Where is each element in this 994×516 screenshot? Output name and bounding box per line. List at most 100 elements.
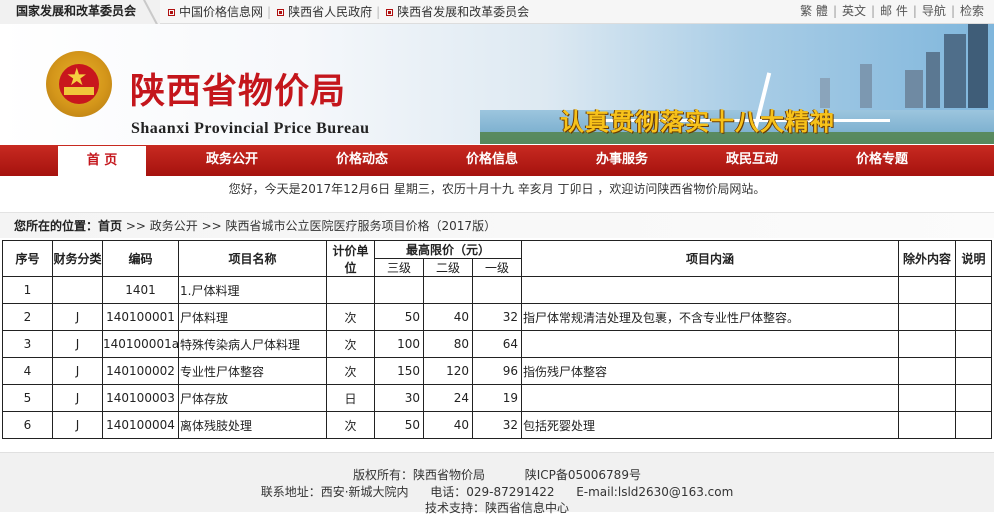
table-row: 1 1401 1.尸体料理 <box>2 276 993 304</box>
table-row: 6 J 140100004 离体残肢处理次 50 40 32 包括死婴处理 <box>2 411 993 439</box>
cell-category: J <box>52 303 103 331</box>
nav-home[interactable]: 首 页 <box>58 146 146 176</box>
nav-interaction[interactable]: 政民互动 <box>706 145 798 176</box>
cell-unit: 次 <box>326 330 375 358</box>
header-banner: ★ 陕西省物价局 Shaanxi Provincial Price Bureau… <box>0 24 994 144</box>
top-link-ndrc-shaanxi[interactable]: 陕西省发展和改革委员会 <box>386 0 529 24</box>
cell-note <box>955 357 993 385</box>
cell-category <box>52 276 103 304</box>
cell-name: 特殊传染病人尸体料理 <box>178 330 327 358</box>
header-exclusions: 除外内容 <box>898 240 957 277</box>
nav-services[interactable]: 办事服务 <box>576 145 668 176</box>
cell-l3: 50 <box>374 303 424 331</box>
cell-content <box>521 276 900 304</box>
cell-l1 <box>471 276 523 304</box>
cell-name: 专业性尸体整容 <box>178 357 327 385</box>
cell-l1: 32 <box>471 303 523 331</box>
bullet-icon <box>168 8 175 16</box>
cell-l3: 30 <box>374 384 424 412</box>
building-image <box>968 24 988 108</box>
cell-name: 1.尸体料理 <box>178 276 327 304</box>
bullet-icon <box>386 8 394 16</box>
navigation-link[interactable]: 导航 <box>922 0 946 24</box>
table-row: 4 J 140100002 专业性尸体整容次 150 120 96 指伤残尸体整容 <box>2 357 993 385</box>
building-image <box>926 52 940 108</box>
cell-category: J <box>52 384 103 412</box>
footer: 版权所有：陕西省物价局 陕ICP备05006789号 联系地址：西安·新城大院内… <box>0 452 994 515</box>
header-level2: 二级 <box>423 258 473 277</box>
cell-name: 尸体存放 <box>178 384 327 412</box>
footer-support: 技术支持：陕西省信息中心 <box>424 501 569 515</box>
breadcrumb-home-link[interactable]: 首页 <box>98 219 122 233</box>
cell-category: J <box>52 357 103 385</box>
header-note: 说明 <box>955 240 993 277</box>
cell-category: J <box>52 411 103 439</box>
site-title: 陕西省物价局 <box>130 71 347 112</box>
header-content: 项目内涵 <box>521 240 900 277</box>
date-greeting: 您好，今天是2017年12月6日 星期三，农历十月十九 辛亥月 丁卯日 ，欢迎访… <box>228 182 766 196</box>
footer-icp[interactable]: 陕ICP备05006789号 <box>525 468 641 482</box>
cell-name: 离体残肢处理 <box>178 411 327 439</box>
top-right-links: 繁 體 | 英文 | 邮 件 | 导航 | 检索 <box>800 0 984 24</box>
cell-seq: 3 <box>2 330 53 358</box>
cell-seq: 2 <box>2 303 53 331</box>
cell-code: 1401 <box>102 276 179 304</box>
cell-content <box>521 330 900 358</box>
main-nav: 首 页 政务公开 价格动态 价格信息 办事服务 政民互动 价格专题 <box>0 145 994 176</box>
cell-note <box>955 384 993 412</box>
cell-code: 140100004 <box>102 411 179 439</box>
table-header-row: 序号 财务分类 编码 项目名称 计价单位 最高限价（元） 项目内涵 除外内容 说… <box>2 240 993 277</box>
cell-name: 尸体料理 <box>178 303 327 331</box>
breadcrumb: 您所在的位置：首页 >> 政务公开 >> 陕西省城市公立医院医疗服务项目价格（2… <box>0 212 994 238</box>
mail-link[interactable]: 邮 件 <box>880 0 908 24</box>
cell-unit <box>326 276 375 304</box>
cell-l3: 100 <box>374 330 424 358</box>
cell-unit: 日 <box>326 384 375 412</box>
traditional-chinese-link[interactable]: 繁 體 <box>800 0 828 24</box>
nav-government-affairs[interactable]: 政务公开 <box>186 145 278 176</box>
national-emblem-logo: ★ <box>46 51 112 117</box>
link-label: 陕西省发展和改革委员会 <box>397 4 530 19</box>
top-link-provincial-gov[interactable]: 陕西省人民政府 | <box>277 0 386 24</box>
footer-copyright: 版权所有：陕西省物价局 <box>353 468 486 482</box>
cell-seq: 5 <box>2 384 53 412</box>
price-table: 序号 财务分类 编码 项目名称 计价单位 最高限价（元） 项目内涵 除外内容 说… <box>2 240 993 439</box>
footer-phone: 电话：029-87291422 <box>430 485 555 499</box>
footer-contact-line: 联系地址：西安·新城大院内 电话：029-87291422 E-mail:lsl… <box>0 483 994 500</box>
cell-exclusions <box>898 411 957 439</box>
cell-note <box>955 330 993 358</box>
nav-price-info[interactable]: 价格信息 <box>446 145 538 176</box>
cell-l2: 40 <box>423 303 473 331</box>
search-link[interactable]: 检索 <box>960 0 984 24</box>
header-seq: 序号 <box>2 240 53 277</box>
nav-price-news[interactable]: 价格动态 <box>316 145 408 176</box>
cell-l1: 64 <box>471 330 523 358</box>
cell-l2: 80 <box>423 330 473 358</box>
cell-code: 140100003 <box>102 384 179 412</box>
cell-l1: 96 <box>471 357 523 385</box>
cell-unit: 次 <box>326 357 375 385</box>
cell-l3 <box>374 276 424 304</box>
org-link[interactable]: 国家发展和改革委员会 <box>0 0 160 24</box>
top-links: 中国价格信息网 | 陕西省人民政府 | 陕西省发展和改革委员会 <box>168 0 529 24</box>
cell-exclusions <box>898 330 957 358</box>
cell-l2: 120 <box>423 357 473 385</box>
cell-unit: 次 <box>326 303 375 331</box>
english-link[interactable]: 英文 <box>842 0 866 24</box>
nav-price-topics[interactable]: 价格专题 <box>836 145 928 176</box>
link-label: 陕西省人民政府 <box>288 4 373 19</box>
building-image <box>944 34 966 108</box>
top-bar: 国家发展和改革委员会 中国价格信息网 | 陕西省人民政府 | 陕西省发展和改革委员会… <box>0 0 994 27</box>
table-row: 3 J 140100001a 特殊传染病人尸体料理次 100 80 64 <box>2 330 993 358</box>
cell-content: 包括死婴处理 <box>521 411 900 439</box>
header-level1: 一级 <box>471 258 523 277</box>
header-code: 编码 <box>102 240 179 277</box>
cell-seq: 6 <box>2 411 53 439</box>
slogan: 认真贯彻落实十八大精神 <box>560 107 835 136</box>
building-image <box>860 64 872 108</box>
cell-exclusions <box>898 276 957 304</box>
cell-l1: 32 <box>471 411 523 439</box>
header-unit: 计价单位 <box>326 240 375 277</box>
footer-email[interactable]: E-mail:lsld2630@163.com <box>576 485 733 499</box>
top-link-price-info[interactable]: 中国价格信息网 | <box>168 0 277 24</box>
